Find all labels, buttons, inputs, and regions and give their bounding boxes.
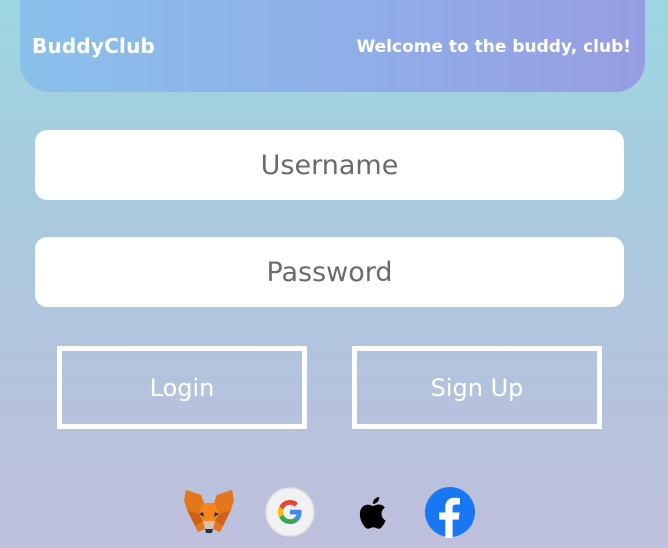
welcome-message: Welcome to the buddy, club! (356, 37, 632, 57)
google-icon[interactable] (264, 486, 316, 538)
brand-logo-text[interactable]: BuddyClub (32, 34, 155, 58)
password-input[interactable] (35, 237, 624, 307)
login-button[interactable]: Login (57, 346, 307, 429)
signup-button[interactable]: Sign Up (352, 346, 602, 429)
facebook-icon[interactable] (424, 486, 476, 538)
username-input[interactable] (35, 130, 624, 200)
metamask-icon[interactable] (184, 488, 234, 534)
header-bar: BuddyClub Welcome to the buddy, club! (20, 0, 645, 92)
apple-icon[interactable] (346, 486, 398, 538)
